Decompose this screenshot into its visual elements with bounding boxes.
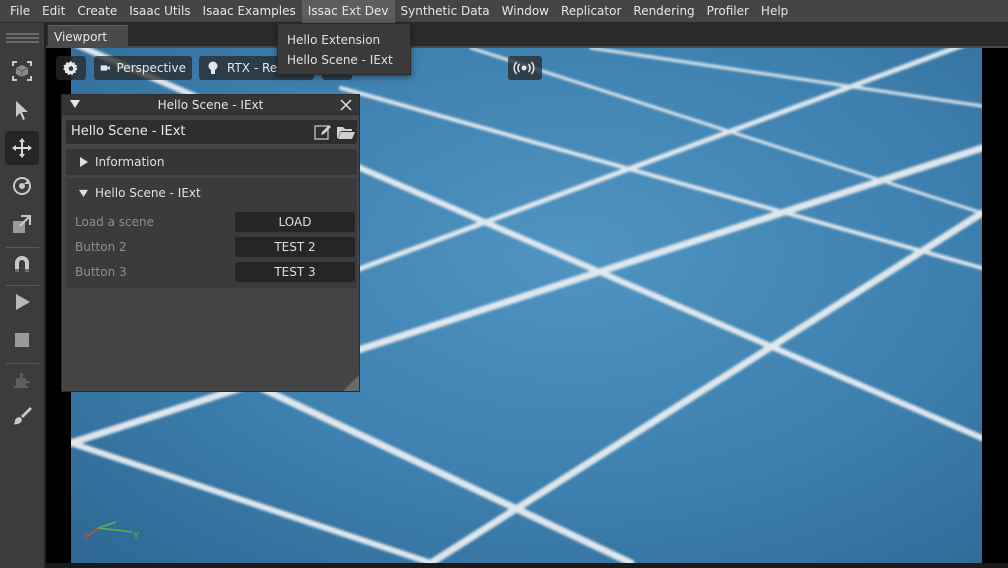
close-icon[interactable] bbox=[339, 98, 353, 112]
menu-help[interactable]: Help bbox=[755, 0, 794, 23]
gear-icon bbox=[63, 61, 78, 76]
load-button[interactable]: LOAD bbox=[235, 212, 355, 232]
button-3-label: Button 3 bbox=[75, 265, 127, 279]
viewport-letterbox-right bbox=[982, 48, 1008, 563]
viewport-bottom-edge bbox=[46, 563, 1008, 568]
move-button[interactable] bbox=[5, 131, 39, 165]
select-mode-icon bbox=[12, 61, 32, 81]
information-section-label: Information bbox=[95, 155, 165, 169]
resize-grip-icon[interactable] bbox=[343, 375, 359, 391]
menu-profiler[interactable]: Profiler bbox=[701, 0, 755, 23]
camera-label: Perspective bbox=[116, 61, 187, 75]
menu-replicator[interactable]: Replicator bbox=[555, 0, 627, 23]
menu-isaac-utils[interactable]: Isaac Utils bbox=[123, 0, 196, 23]
light-bulb-icon bbox=[208, 61, 218, 74]
video-camera-icon bbox=[100, 65, 110, 71]
window-title: Hello Scene - IExt bbox=[157, 98, 264, 112]
x-axis-label: X bbox=[82, 532, 89, 543]
viewport-settings-button[interactable] bbox=[56, 56, 86, 80]
menu-bar: File Edit Create Isaac Utils Isaac Examp… bbox=[0, 0, 1008, 23]
extension-title: Hello Scene - IExt bbox=[71, 124, 186, 139]
play-button[interactable] bbox=[5, 285, 39, 319]
rotate-button[interactable] bbox=[5, 169, 39, 203]
window-title-bar[interactable]: Hello Scene - IExt bbox=[62, 95, 359, 115]
broadcast-icon bbox=[513, 61, 535, 75]
robot-icon bbox=[14, 373, 30, 388]
information-section[interactable]: Information bbox=[66, 149, 357, 175]
dropdown-item-hello-extension[interactable]: Hello Extension bbox=[278, 30, 410, 50]
issac-ext-dev-dropdown: Hello Extension Hello Scene - IExt bbox=[277, 23, 411, 75]
stream-status-button[interactable] bbox=[508, 56, 542, 80]
menu-isaac-examples[interactable]: Isaac Examples bbox=[197, 0, 302, 23]
menu-issac-ext-dev[interactable]: Issac Ext Dev bbox=[301, 0, 395, 23]
snap-button[interactable] bbox=[5, 247, 39, 281]
test-2-button[interactable]: TEST 2 bbox=[235, 237, 355, 257]
toolbar-grip[interactable] bbox=[6, 33, 39, 35]
test-3-button[interactable]: TEST 3 bbox=[235, 262, 355, 282]
camera-button[interactable]: Perspective bbox=[94, 56, 192, 80]
axis-gizmo: X Y bbox=[82, 521, 140, 543]
expand-arrow-icon bbox=[80, 157, 88, 167]
left-toolbar bbox=[0, 23, 45, 568]
stop-button[interactable] bbox=[5, 323, 39, 357]
folder-open-icon[interactable] bbox=[336, 124, 355, 140]
select-button[interactable] bbox=[5, 93, 39, 127]
edit-icon[interactable] bbox=[314, 124, 332, 140]
menu-synthetic-data[interactable]: Synthetic Data bbox=[395, 0, 496, 23]
menu-rendering[interactable]: Rendering bbox=[627, 0, 700, 23]
hello-scene-section-header[interactable]: Hello Scene - IExt bbox=[66, 180, 357, 206]
toolbar-grip-line bbox=[6, 37, 39, 39]
button-2-label: Button 2 bbox=[75, 240, 127, 254]
select-arrow-icon bbox=[16, 101, 28, 120]
y-axis-label: Y bbox=[132, 531, 140, 542]
collapse-triangle-icon[interactable] bbox=[70, 99, 80, 109]
play-icon bbox=[16, 294, 30, 310]
y-axis-line bbox=[97, 521, 117, 529]
menu-edit[interactable]: Edit bbox=[36, 0, 71, 23]
menu-window[interactable]: Window bbox=[496, 0, 555, 23]
menu-create[interactable]: Create bbox=[71, 0, 123, 23]
robot-button[interactable] bbox=[5, 363, 39, 397]
stop-icon bbox=[15, 333, 29, 347]
move-icon bbox=[12, 138, 32, 158]
y-axis-line-2 bbox=[97, 527, 133, 533]
rotate-icon bbox=[13, 177, 31, 195]
load-scene-label: Load a scene bbox=[75, 215, 154, 229]
paint-button[interactable] bbox=[5, 399, 39, 433]
menu-file[interactable]: File bbox=[4, 0, 36, 23]
scale-button[interactable] bbox=[5, 207, 39, 241]
collapse-arrow-icon bbox=[79, 189, 88, 198]
x-axis-line bbox=[87, 527, 99, 537]
scale-icon bbox=[13, 215, 31, 233]
dropdown-item-hello-scene[interactable]: Hello Scene - IExt bbox=[278, 50, 410, 70]
viewport-tab[interactable]: Viewport bbox=[48, 25, 128, 47]
hello-scene-window: Hello Scene - IExt Hello Scene - IExt In… bbox=[61, 94, 360, 392]
extension-header: Hello Scene - IExt bbox=[66, 120, 357, 144]
hello-scene-section-label: Hello Scene - IExt bbox=[95, 186, 201, 200]
toolbar-grip-line bbox=[6, 41, 39, 43]
select-mode-button[interactable] bbox=[5, 54, 39, 88]
hello-scene-section: Hello Scene - IExt Load a scene LOAD But… bbox=[66, 178, 357, 288]
paint-brush-icon bbox=[13, 407, 32, 425]
snap-magnet-icon bbox=[15, 256, 29, 272]
